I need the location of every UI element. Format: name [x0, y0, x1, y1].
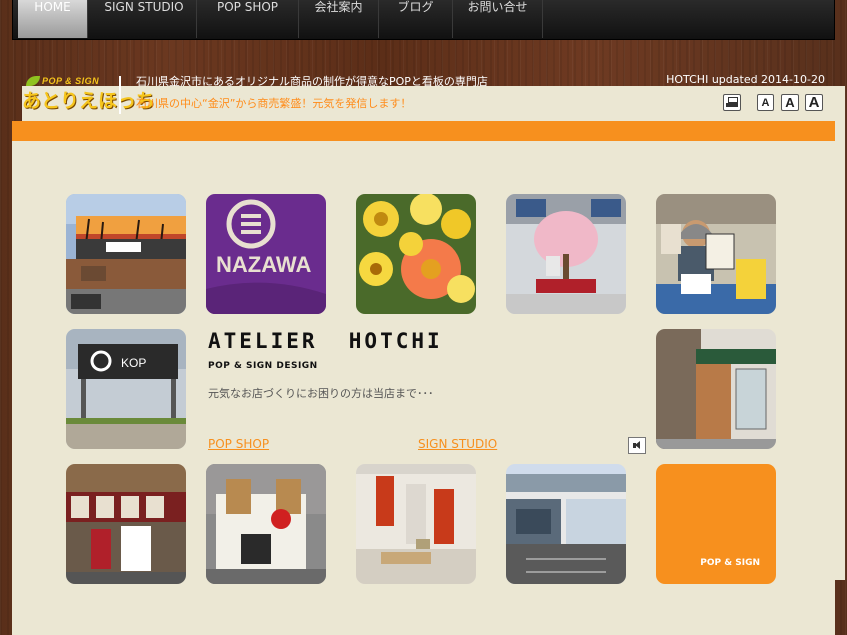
kanazawa-cloth-photo[interactable]: NAZAWA — [206, 194, 326, 314]
kop-sign-photo[interactable]: KOP — [66, 329, 186, 449]
tagline-sub: 石川県の中心“金沢”から商売繁盛！元気を発信します！ — [136, 97, 412, 110]
font-size-medium-button[interactable]: A — [781, 94, 799, 111]
pop-sign-tile[interactable]: POP & SIGN — [656, 464, 776, 584]
storefront-awning-photo[interactable] — [656, 329, 776, 449]
tagline-main: 石川県金沢市にあるオリジナル商品の制作が得意なPOPと看板の専門店 — [136, 75, 488, 88]
flowers-photo[interactable] — [356, 194, 476, 314]
font-size-small-button[interactable]: A — [757, 94, 774, 111]
nav-sign-studio[interactable]: SIGN STUDIO — [92, 0, 197, 38]
svg-text:NAZAWA: NAZAWA — [216, 252, 311, 277]
noodle-shop-photo[interactable] — [66, 464, 186, 584]
nav-label: お問い合せ — [467, 0, 528, 14]
cherry-tree-photo[interactable] — [506, 194, 626, 314]
pop-sign-tile-label: POP & SIGN — [700, 558, 760, 568]
nav-label: POP SHOP — [216, 0, 279, 14]
nav-label: HOME — [34, 0, 71, 14]
red-curtain-photo[interactable] — [356, 464, 476, 584]
sign-studio-link[interactable]: SIGN STUDIO — [418, 437, 497, 451]
artist-photo[interactable] — [656, 194, 776, 314]
nav-label: SIGN STUDIO — [104, 0, 184, 14]
nav-label: 会社案内 — [314, 0, 363, 14]
page-subtitle: POP & SIGN DESIGN — [208, 361, 318, 371]
site-logo[interactable]: POP & SIGN あとりえほっち — [22, 76, 845, 580]
nav-label: ブログ — [397, 0, 434, 14]
nav-contact[interactable]: お問い合せ — [453, 0, 543, 38]
billboard-photo[interactable] — [66, 194, 186, 314]
print-icon[interactable] — [723, 94, 741, 111]
svg-text:KOP: KOP — [121, 356, 146, 370]
accent-bar — [12, 121, 835, 141]
dog-sign-photo[interactable] — [206, 464, 326, 584]
top-nav: HOME SIGN STUDIO POP SHOP 会社案内 ブログ お問い合せ — [12, 0, 835, 40]
speaker-icon[interactable] — [628, 437, 646, 454]
building-photo[interactable] — [506, 464, 626, 584]
logo-subtext: POP & SIGN — [42, 76, 100, 86]
nav-home[interactable]: HOME — [18, 0, 88, 38]
font-size-large-button[interactable]: A — [805, 94, 823, 111]
nav-blog[interactable]: ブログ — [379, 0, 453, 38]
main-content: NAZAWA KOP ATELIER HOTCHI POP & SIGN DES… — [12, 141, 835, 635]
page-description: 元気なお店づくりにお困りの方は当店まで･･･ — [208, 387, 434, 400]
leaf-icon — [26, 76, 40, 86]
page-title: ATELIER HOTCHI — [208, 329, 443, 353]
nav-pop-shop[interactable]: POP SHOP — [197, 0, 299, 38]
nav-company[interactable]: 会社案内 — [299, 0, 379, 38]
header-divider — [119, 76, 121, 114]
updated-date: HOTCHI updated 2014-10-20 — [666, 73, 825, 86]
pop-shop-link[interactable]: POP SHOP — [208, 437, 269, 451]
